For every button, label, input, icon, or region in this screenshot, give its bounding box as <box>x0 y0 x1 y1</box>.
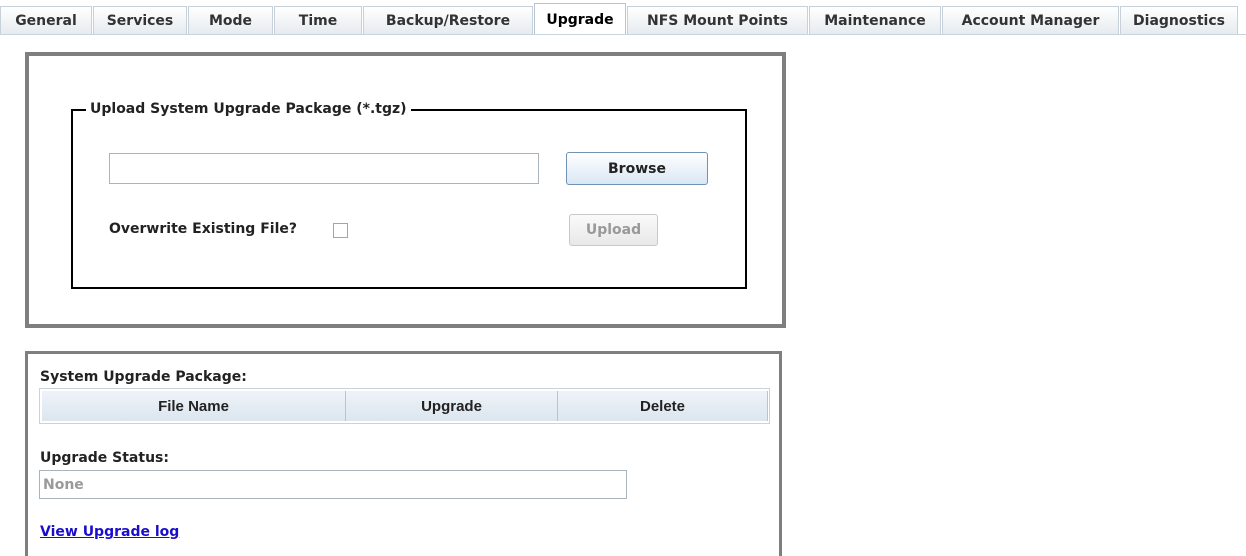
column-header-file-name: File Name <box>42 391 346 421</box>
upload-button[interactable]: Upload <box>569 214 658 246</box>
view-upgrade-log-link[interactable]: View Upgrade log <box>40 524 179 540</box>
overwrite-label: Overwrite Existing File? <box>109 221 297 237</box>
column-header-delete: Delete <box>558 391 768 421</box>
tab-time[interactable]: Time <box>274 6 362 34</box>
upload-fieldset: Upload System Upgrade Package (*.tgz) <box>71 101 747 289</box>
overwrite-checkbox[interactable] <box>333 223 348 238</box>
upgrade-status-label: Upgrade Status: <box>40 450 169 466</box>
tab-divider <box>0 34 1246 35</box>
tab-mode[interactable]: Mode <box>188 6 273 34</box>
tab-services[interactable]: Services <box>93 6 187 34</box>
tab-diagnostics[interactable]: Diagnostics <box>1120 6 1238 34</box>
package-panel: System Upgrade Package: File Name Upgrad… <box>25 351 782 556</box>
tab-backup-restore[interactable]: Backup/Restore <box>363 6 533 34</box>
tab-general[interactable]: General <box>0 6 92 34</box>
tab-maintenance[interactable]: Maintenance <box>809 6 941 34</box>
tab-account-manager[interactable]: Account Manager <box>942 6 1119 34</box>
upload-legend: Upload System Upgrade Package (*.tgz) <box>86 101 411 117</box>
browse-button[interactable]: Browse <box>566 152 708 185</box>
file-path-input[interactable] <box>109 153 539 184</box>
package-table: File Name Upgrade Delete <box>39 388 770 424</box>
tab-nfs-mount-points[interactable]: NFS Mount Points <box>627 6 808 34</box>
upgrade-status-field: None <box>39 470 627 499</box>
package-label: System Upgrade Package: <box>40 369 247 385</box>
upload-panel: Upload System Upgrade Package (*.tgz) Br… <box>25 52 786 328</box>
tab-upgrade[interactable]: Upgrade <box>534 3 626 35</box>
column-header-upgrade: Upgrade <box>346 391 558 421</box>
tab-bar: General Services Mode Time Backup/Restor… <box>0 0 1246 35</box>
